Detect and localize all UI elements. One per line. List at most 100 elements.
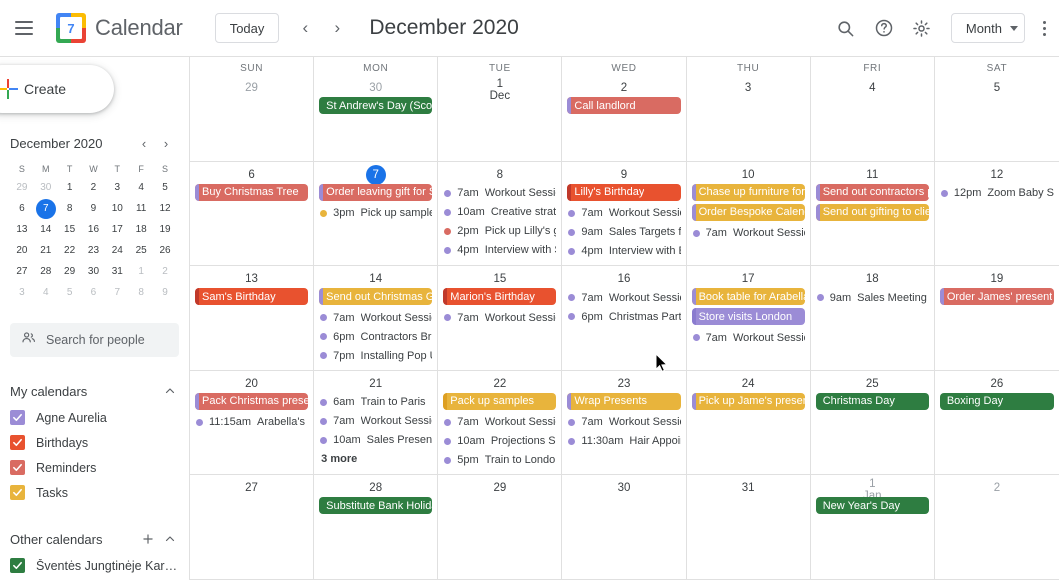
calendar-event-timed[interactable]: 11:30am Hair Appointm xyxy=(567,432,681,451)
calendar-day-cell[interactable]: FRI 4 xyxy=(810,57,935,162)
mini-calendar-day[interactable]: 25 xyxy=(129,240,153,261)
hamburger-menu-icon[interactable] xyxy=(4,8,44,48)
day-number[interactable]: 4 xyxy=(811,75,934,97)
day-number[interactable]: 15 xyxy=(438,266,561,288)
day-number[interactable]: 28 xyxy=(314,475,437,497)
calendar-day-cell[interactable]: 2 xyxy=(934,475,1059,580)
day-number[interactable]: 5 xyxy=(935,75,1059,97)
calendar-day-cell[interactable]: SAT 5 xyxy=(934,57,1059,162)
calendar-day-cell[interactable]: MON30 St Andrew's Day (Scotlan xyxy=(314,57,439,162)
calendar-event-timed[interactable]: 4pm Interview with Eva xyxy=(567,242,681,261)
calendar-event-chip[interactable]: Send out Christmas Good xyxy=(319,288,433,306)
calendar-event-chip[interactable]: Order James' present xyxy=(939,288,1054,306)
calendar-event-chip[interactable]: Sam's Birthday xyxy=(195,288,309,306)
calendar-event-chip[interactable]: Boxing Day xyxy=(939,392,1054,410)
day-number[interactable]: 24 xyxy=(687,371,810,393)
day-number[interactable]: 2 xyxy=(935,475,1059,497)
calendar-day-cell[interactable]: 17 Book table for Arabella's Store visits … xyxy=(686,266,811,371)
day-number-today[interactable]: 7 xyxy=(314,162,437,185)
calendar-day-cell[interactable]: THU 3 xyxy=(686,57,811,162)
calendar-day-cell[interactable]: 9 Lilly's Birthday 7am Workout Session 9am Sa… xyxy=(562,161,687,267)
day-number[interactable]: 13 xyxy=(190,266,313,288)
calendar-event-timed[interactable]: 9am Sales Meeting Rev xyxy=(816,288,929,307)
checkbox-checked-icon[interactable] xyxy=(10,435,25,450)
more-events-link[interactable]: 3 more xyxy=(319,450,432,468)
mini-calendar-day[interactable]: 13 xyxy=(10,219,34,240)
mini-calendar-day[interactable]: 22 xyxy=(58,240,82,261)
mini-calendar-day[interactable]: 21 xyxy=(34,240,58,261)
calendar-event-timed[interactable]: 9am Sales Targets for 2 xyxy=(567,223,681,242)
calendar-event-chip[interactable]: New Year's Day xyxy=(815,497,929,515)
previous-month-button[interactable]: ‹ xyxy=(289,12,321,44)
mini-calendar-day[interactable]: 7 xyxy=(34,198,58,219)
mini-calendar-day[interactable]: 11 xyxy=(129,198,153,219)
other-calendar-item[interactable]: Šventės Jungtinėje Karaly… xyxy=(10,553,181,578)
calendar-day-cell[interactable]: 20 Pack Christmas presents 11:15am Arabella… xyxy=(190,370,315,476)
mini-calendar-day[interactable]: 27 xyxy=(10,261,34,282)
calendar-event-timed[interactable]: 11:15am Arabella's enga xyxy=(195,413,308,432)
my-calendar-item[interactable]: Tasks xyxy=(10,480,181,505)
calendar-event-timed[interactable]: 7am Workout Session xyxy=(443,308,556,327)
my-calendar-item[interactable]: Reminders xyxy=(10,455,181,480)
calendar-event-chip[interactable]: Pack Christmas presents xyxy=(195,392,309,410)
mini-calendar-day[interactable]: 12 xyxy=(153,198,177,219)
calendar-day-cell[interactable]: WED 2 Call landlord xyxy=(562,57,687,162)
calendar-day-cell[interactable]: 26 Boxing Day xyxy=(934,371,1059,476)
mini-calendar-day[interactable]: 6 xyxy=(82,282,106,303)
day-number[interactable]: 11 xyxy=(811,162,934,184)
mini-calendar-day[interactable]: 4 xyxy=(129,177,153,198)
calendar-day-cell[interactable]: 21 6am Train to Paris 7am Workout Session 10a… xyxy=(314,370,439,476)
day-number[interactable]: 17 xyxy=(687,266,810,288)
view-mode-select[interactable]: Month xyxy=(950,13,1025,43)
day-number[interactable]: 18 xyxy=(811,266,934,288)
calendar-event-timed[interactable]: 7am Workout Session xyxy=(567,288,681,307)
calendar-day-cell[interactable]: 8 7am Workout Session 10am Creative strategy… xyxy=(438,161,563,267)
day-number[interactable]: 26 xyxy=(935,371,1059,393)
day-number[interactable]: 10 xyxy=(687,162,810,184)
calendar-event-chip[interactable]: Wrap Presents xyxy=(567,392,681,410)
calendar-day-cell[interactable]: 13 Sam's Birthday xyxy=(190,266,315,371)
my-calendars-header[interactable]: My calendars xyxy=(10,377,181,405)
mini-calendar-day[interactable]: 3 xyxy=(10,282,34,303)
calendar-event-chip[interactable]: St Andrew's Day (Scotlan xyxy=(319,97,433,114)
calendar-day-cell[interactable]: SUN 29 xyxy=(190,57,315,162)
calendar-day-cell[interactable]: 28 Substitute Bank Holiday f xyxy=(314,475,439,580)
day-number[interactable]: 29 xyxy=(438,475,561,497)
day-number[interactable]: 14 xyxy=(314,266,437,288)
calendar-day-cell[interactable]: 6 Buy Christmas Tree xyxy=(190,161,315,267)
mini-calendar-day[interactable]: 19 xyxy=(153,219,177,240)
mini-calendar-day[interactable]: 1 xyxy=(58,177,82,198)
day-number[interactable]: 12 xyxy=(935,162,1059,184)
mini-calendar-day[interactable]: 17 xyxy=(105,219,129,240)
mini-calendar-next-button[interactable]: › xyxy=(155,132,177,154)
calendar-event-chip[interactable]: Substitute Bank Holiday f xyxy=(319,497,433,515)
calendar-event-timed[interactable]: 12pm Zoom Baby Sh xyxy=(940,184,1054,203)
more-options-icon[interactable] xyxy=(1029,9,1059,47)
my-calendar-item[interactable]: Birthdays xyxy=(10,430,181,455)
gear-icon[interactable] xyxy=(903,9,941,47)
mini-calendar-day[interactable]: 30 xyxy=(34,177,58,198)
day-number[interactable]: 3 xyxy=(687,75,810,97)
day-number[interactable]: 9 xyxy=(562,162,685,184)
calendar-day-cell[interactable]: TUE 1 Dec xyxy=(438,57,563,162)
mini-calendar-prev-button[interactable]: ‹ xyxy=(133,132,155,154)
day-number[interactable]: 1 Jan xyxy=(811,475,934,502)
mini-calendar-day[interactable]: 9 xyxy=(82,198,106,219)
my-calendar-item[interactable]: Agne Aurelia xyxy=(10,405,181,430)
day-number[interactable]: 27 xyxy=(190,475,313,497)
calendar-day-cell[interactable]: 29 xyxy=(438,475,563,580)
calendar-event-chip[interactable]: Lilly's Birthday xyxy=(567,183,681,201)
calendar-day-cell[interactable]: 25 Christmas Day xyxy=(810,370,935,476)
day-number[interactable]: 23 xyxy=(562,371,685,393)
mini-calendar-day[interactable]: 23 xyxy=(82,240,106,261)
calendar-logo-link[interactable]: 7 Calendar xyxy=(56,13,183,43)
calendar-day-cell[interactable]: 27 xyxy=(190,475,315,580)
calendar-event-timed[interactable]: 10am Projections SS21 xyxy=(443,432,556,451)
calendar-event-timed[interactable]: 6pm Contractors Brief xyxy=(319,327,432,346)
calendar-day-cell[interactable]: 12 12pm Zoom Baby Sh xyxy=(934,162,1059,267)
calendar-day-cell[interactable]: 10 Chase up furniture for po Order Bespoke… xyxy=(686,161,811,267)
mini-calendar-day[interactable]: 20 xyxy=(10,240,34,261)
chevron-up-icon[interactable] xyxy=(159,380,181,402)
mini-calendar-day[interactable]: 31 xyxy=(105,261,129,282)
mini-calendar-day[interactable]: 1 xyxy=(129,261,153,282)
